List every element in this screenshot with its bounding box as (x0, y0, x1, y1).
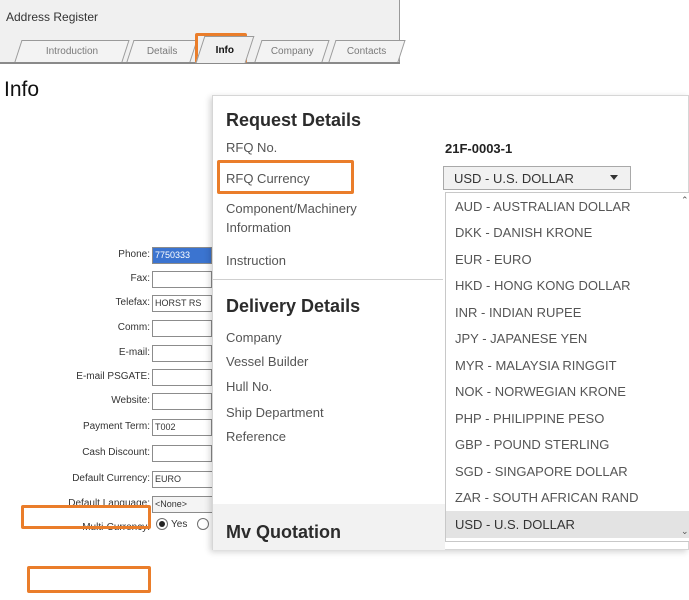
hull-no-label: Hull No. (226, 379, 273, 394)
rfq-currency-select[interactable]: USD - U.S. DOLLAR (443, 166, 631, 190)
currency-option-hkd[interactable]: HKD - HONG KONG DOLLAR (446, 273, 689, 300)
tab-company[interactable]: Company (254, 40, 330, 62)
multi-currency-no-radio[interactable] (197, 518, 210, 530)
currency-option-php[interactable]: PHP - PHILIPPINE PESO (446, 405, 689, 432)
reference-label: Reference (226, 429, 286, 444)
currency-select-value: USD - U.S. DOLLAR (454, 170, 574, 186)
cash-discount-field[interactable] (152, 445, 212, 462)
tab-details[interactable]: Details (126, 40, 198, 62)
phone-field[interactable]: 7750333 (152, 247, 212, 264)
fax-field[interactable] (152, 271, 212, 288)
info-heading: Info (4, 78, 40, 101)
scroll-up-icon[interactable]: ⌃ (681, 195, 689, 206)
comm-label: Comm: (117, 322, 150, 333)
tab-label: Contacts (347, 46, 387, 57)
currency-option-myr[interactable]: MYR - MALAYSIA RINGGIT (446, 352, 689, 379)
currency-option-usd[interactable]: USD - U.S. DOLLAR (446, 511, 689, 538)
payment-term-label: Payment Term: (82, 421, 150, 432)
mv-quotation-heading: Mv Quotation (226, 522, 341, 542)
tab-label: Introduction (45, 46, 98, 57)
currency-option-dkk[interactable]: DKK - DANISH KRONE (446, 220, 689, 247)
multi-currency-yes-radio[interactable] (156, 518, 168, 530)
website-label: Website: (111, 395, 150, 406)
comm-field[interactable] (152, 320, 212, 337)
component-label-line2: Information (226, 220, 292, 235)
tab-label: Details (146, 46, 178, 57)
request-details-panel: Request Details RFQ No. 21F-0003-1 RFQ C… (212, 95, 689, 550)
tab-strip: Introduction Details Company Contacts In… (0, 34, 406, 64)
payment-term-field[interactable]: T002 (152, 419, 212, 436)
telefax-field[interactable]: HORST RS (152, 295, 212, 312)
instruction-label: Instruction (226, 253, 286, 268)
rfq-no-label: RFQ No. (226, 140, 278, 155)
tab-label: Company (270, 46, 314, 57)
fax-label: Fax: (130, 273, 150, 284)
currency-option-aud[interactable]: AUD - AUSTRALIAN DOLLAR (446, 193, 689, 220)
vessel-builder-label: Vessel Builder (226, 354, 309, 369)
quotation-section: Mv Quotation (213, 504, 445, 550)
currency-option-gbp[interactable]: GBP - POUND STERLING (446, 432, 689, 459)
website-field[interactable] (152, 393, 212, 410)
component-label-line1: Component/Machinery (226, 201, 357, 216)
cash-discount-label: Cash Discount: (82, 447, 150, 458)
currency-dropdown-list: AUD - AUSTRALIAN DOLLAR DKK - DANISH KRO… (445, 192, 689, 542)
tab-info[interactable]: Info (195, 36, 255, 63)
component-machinery-label: Component/Machinery Information (226, 199, 357, 237)
scroll-down-icon[interactable]: ⌄ (681, 526, 689, 537)
currency-option-nok[interactable]: NOK - NORWEGIAN KRONE (446, 379, 689, 406)
caret-down-icon (610, 175, 618, 180)
email-label: E-mail: (118, 347, 150, 358)
request-details-heading: Request Details (226, 110, 362, 130)
default-currency-label: Default Currency: (72, 473, 150, 484)
tab-introduction[interactable]: Introduction (14, 40, 130, 62)
currency-option-sgd[interactable]: SGD - SINGAPORE DOLLAR (446, 458, 689, 485)
currency-option-jpy[interactable]: JPY - JAPANESE YEN (446, 326, 689, 353)
currency-option-zar[interactable]: ZAR - SOUTH AFRICAN RAND (446, 485, 689, 512)
window-title: Address Register (6, 10, 99, 24)
email-psgate-field[interactable] (152, 369, 212, 386)
phone-label: Phone: (118, 249, 150, 260)
ship-department-label: Ship Department (226, 405, 324, 420)
currency-option-eur[interactable]: EUR - EURO (446, 246, 689, 273)
delivery-company-label: Company (226, 330, 282, 345)
rfq-no-value: 21F-0003-1 (445, 141, 513, 156)
default-language-label: Default Language: (68, 498, 150, 509)
telefax-label: Telefax: (115, 297, 150, 308)
dropdown-scrollbar[interactable]: ⌃ ⌄ (679, 193, 689, 541)
tab-contacts[interactable]: Contacts (328, 40, 406, 62)
email-field[interactable] (152, 345, 212, 362)
email-psgate-label: E-mail PSGATE: (76, 371, 150, 382)
tab-label: Info (215, 44, 234, 56)
currency-option-inr[interactable]: INR - INDIAN RUPEE (446, 299, 689, 326)
delivery-details-heading: Delivery Details (226, 296, 361, 316)
section-divider (213, 279, 443, 280)
multi-currency-label: Multi-Currency: (82, 522, 150, 533)
rfq-currency-label: RFQ Currency (226, 171, 310, 186)
radio-yes-label: Yes (171, 518, 188, 530)
